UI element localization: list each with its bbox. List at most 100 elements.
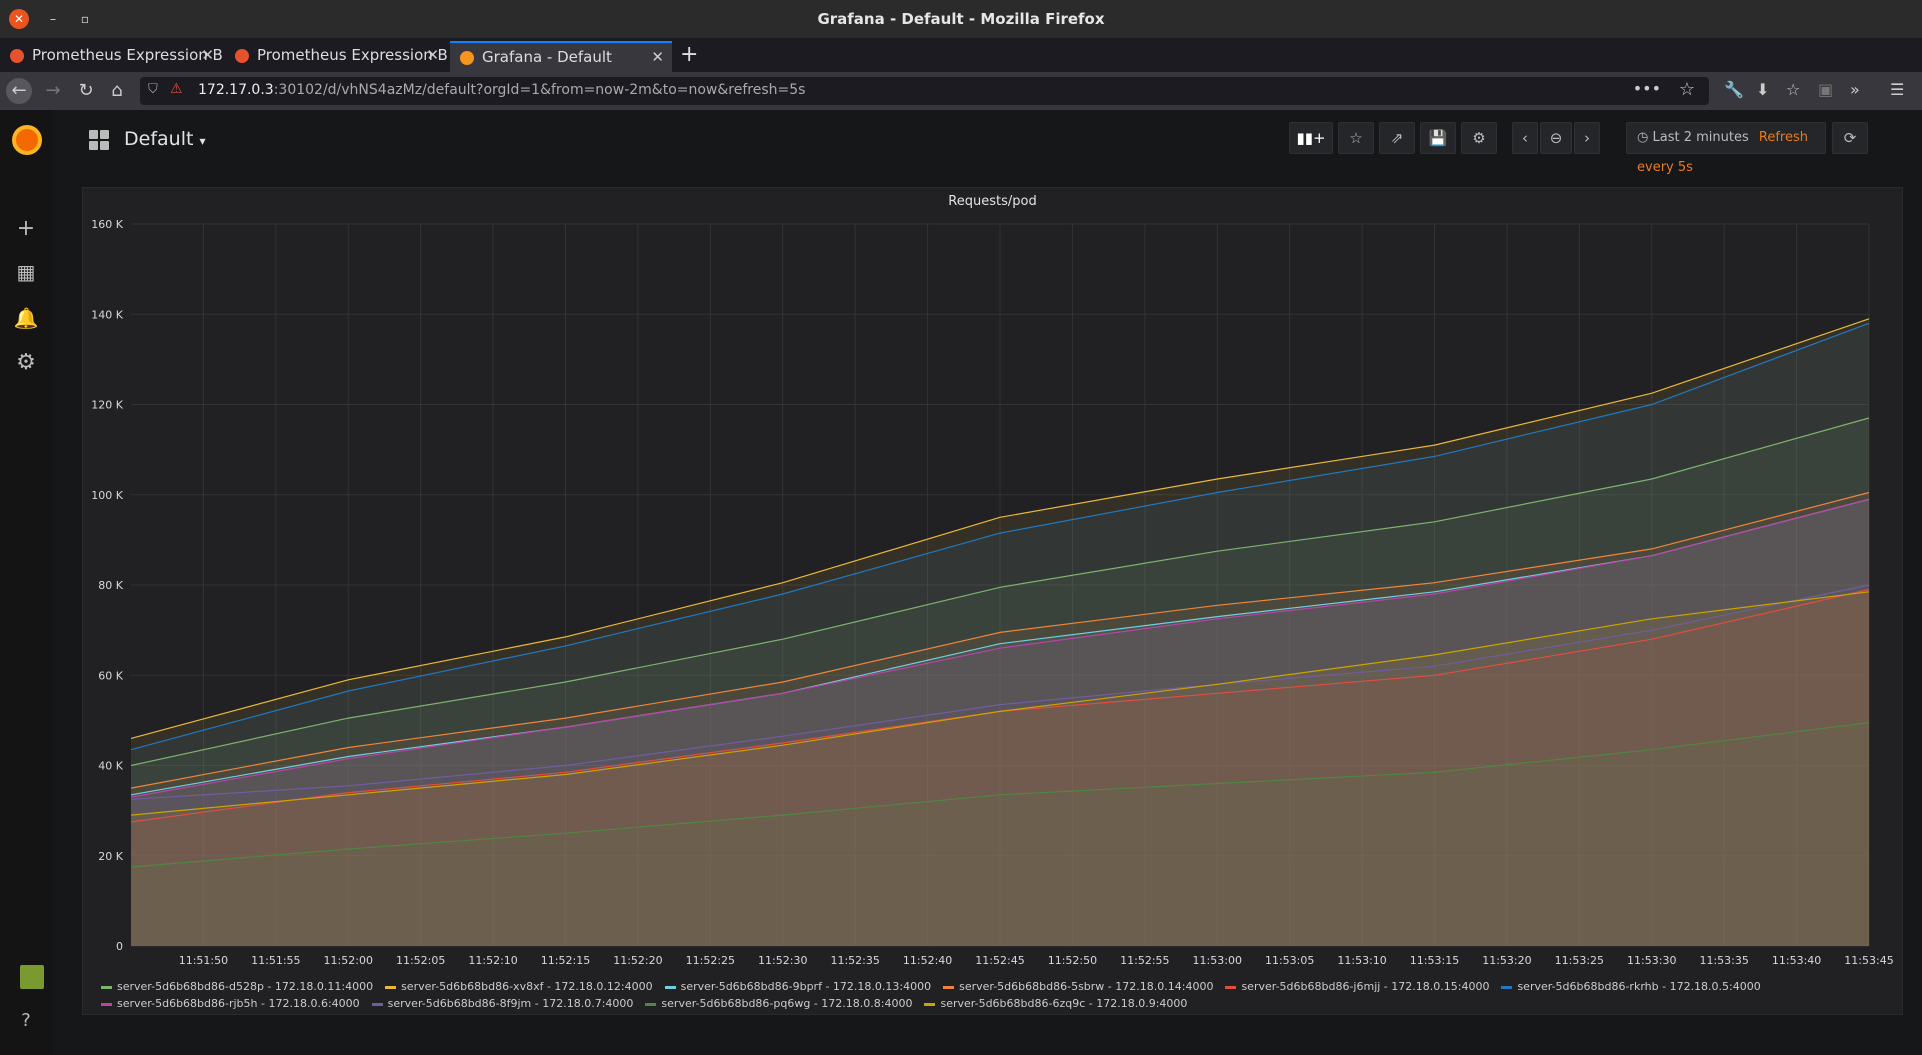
legend-label: server-5d6b68bd86-rkrhb - 172.18.0.5:400… (1517, 980, 1761, 993)
shield-icon[interactable]: ⛉ (148, 82, 158, 97)
close-tab-icon[interactable]: ✕ (201, 41, 214, 70)
x-tick-label: 11:51:55 (251, 954, 300, 967)
y-tick-label: 20 K (98, 850, 123, 863)
x-tick-label: 11:52:30 (758, 954, 807, 967)
user-avatar[interactable] (20, 965, 44, 989)
legend-item[interactable]: server-5d6b68bd86-pq6wg - 172.18.0.8:400… (645, 995, 912, 1012)
time-picker[interactable]: ◷ Last 2 minutes Refresh every 5s (1626, 122, 1826, 175)
tab-label: Prometheus Expression B (32, 46, 222, 64)
x-tick-label: 11:52:45 (975, 954, 1024, 967)
refresh-dashboard-button[interactable]: ⟳ (1832, 122, 1868, 154)
library-icon[interactable]: ☆ (1786, 80, 1800, 99)
legend-item[interactable]: server-5d6b68bd86-rjb5h - 172.18.0.6:400… (101, 995, 360, 1012)
x-tick-label: 11:53:45 (1844, 954, 1893, 967)
legend-label: server-5d6b68bd86-8f9jm - 172.18.0.7:400… (387, 997, 634, 1010)
close-tab-icon[interactable]: ✕ (651, 43, 664, 72)
legend-label: server-5d6b68bd86-rjb5h - 172.18.0.6:400… (117, 997, 360, 1010)
y-tick-label: 120 K (91, 399, 123, 412)
dashboard-title-text: Default (124, 128, 194, 150)
overflow-menu-icon[interactable]: » (1850, 80, 1860, 99)
legend-item[interactable]: server-5d6b68bd86-8f9jm - 172.18.0.7:400… (371, 995, 634, 1012)
tab-grafana-default[interactable]: Grafana - Default ✕ (450, 41, 672, 72)
share-dashboard-button[interactable]: ⇗ (1379, 122, 1415, 154)
legend-item[interactable]: server-5d6b68bd86-6zq9c - 172.18.0.9:400… (924, 995, 1187, 1012)
browser-navbar: ← → ↻ ⌂ ⛉ ⚠ 172.17.0.3:30102/d/vhNS4azMz… (0, 72, 1922, 110)
extension-icon[interactable]: ▣ (1818, 80, 1833, 99)
forward-arrow-icon[interactable]: → (40, 78, 66, 104)
tab-prometheus-2[interactable]: Prometheus Expression B ✕ (225, 41, 447, 72)
x-tick-label: 11:52:50 (1048, 954, 1097, 967)
url-bar[interactable]: ⛉ ⚠ 172.17.0.3:30102/d/vhNS4azMz/default… (140, 77, 1709, 105)
configuration-gear-icon[interactable]: ⚙ (0, 350, 52, 375)
legend-item[interactable]: server-5d6b68bd86-5sbrw - 172.18.0.14:40… (943, 978, 1213, 995)
bookmark-star-icon[interactable]: ☆ (1679, 79, 1695, 100)
legend-swatch (924, 1002, 936, 1006)
add-panel-button[interactable]: ▮▮+ (1289, 122, 1333, 154)
x-tick-label: 11:53:05 (1265, 954, 1314, 967)
x-tick-label: 11:52:35 (830, 954, 879, 967)
y-tick-label: 0 (116, 940, 123, 953)
reload-icon[interactable]: ↻ (73, 78, 99, 104)
wrench-icon[interactable]: 🔧 (1724, 80, 1744, 99)
dashboards-icon[interactable]: ▦ (0, 260, 52, 284)
x-tick-label: 11:51:50 (179, 954, 228, 967)
star-dashboard-button[interactable]: ☆ (1338, 122, 1374, 154)
close-tab-icon[interactable]: ✕ (426, 41, 439, 70)
legend-item[interactable]: server-5d6b68bd86-d528p - 172.18.0.11:40… (101, 978, 373, 995)
home-icon[interactable]: ⌂ (104, 78, 130, 104)
dashboard-grid-icon[interactable] (89, 130, 109, 150)
new-tab-icon[interactable]: + (680, 42, 698, 67)
page-actions-icon[interactable]: ••• (1633, 79, 1661, 98)
y-tick-label: 40 K (98, 760, 123, 773)
x-tick-label: 11:52:05 (396, 954, 445, 967)
x-tick-label: 11:53:35 (1699, 954, 1748, 967)
zoom-out-button[interactable]: ⊖ (1540, 122, 1572, 154)
download-icon[interactable]: ⬇ (1756, 80, 1769, 99)
time-forward-button[interactable]: › (1574, 122, 1600, 154)
legend-item[interactable]: server-5d6b68bd86-rkrhb - 172.18.0.5:400… (1501, 978, 1761, 995)
grafana-logo-icon[interactable] (12, 125, 42, 155)
x-tick-label: 11:53:20 (1482, 954, 1531, 967)
x-tick-label: 11:52:55 (1120, 954, 1169, 967)
legend-label: server-5d6b68bd86-j6mjj - 172.18.0.15:40… (1241, 980, 1490, 993)
time-back-button[interactable]: ‹ (1512, 122, 1538, 154)
chart-legend: server-5d6b68bd86-d528p - 172.18.0.11:40… (101, 978, 1901, 1012)
time-range-label: Last 2 minutes (1652, 130, 1749, 145)
y-tick-label: 80 K (98, 579, 123, 592)
x-tick-label: 11:53:25 (1555, 954, 1604, 967)
x-tick-label: 11:52:10 (468, 954, 517, 967)
legend-swatch (101, 985, 112, 989)
legend-label: server-5d6b68bd86-pq6wg - 172.18.0.8:400… (661, 997, 913, 1010)
alerting-bell-icon[interactable]: 🔔 (0, 306, 52, 330)
caret-down-icon: ▾ (199, 134, 206, 148)
x-tick-label: 11:53:00 (1193, 954, 1242, 967)
y-tick-label: 160 K (91, 218, 123, 231)
tab-prometheus-1[interactable]: Prometheus Expression B ✕ (0, 41, 222, 72)
tab-label: Grafana - Default (482, 48, 612, 66)
settings-gear-button[interactable]: ⚙ (1461, 122, 1497, 154)
x-tick-label: 11:53:40 (1772, 954, 1821, 967)
help-icon[interactable]: ? (0, 1010, 52, 1031)
requests-per-pod-chart[interactable]: 0 20 K 40 K 60 K 80 K 100 K 120 K 140 K 160 K 11:… (83, 188, 1904, 978)
legend-item[interactable]: server-5d6b68bd86-xv8xf - 172.18.0.12:40… (385, 978, 653, 995)
dashboard-title[interactable]: Default ▾ (124, 128, 206, 150)
legend-item[interactable]: server-5d6b68bd86-9bprf - 172.18.0.13:40… (664, 978, 931, 995)
url-text[interactable]: 172.17.0.3:30102/d/vhNS4azMz/default?org… (198, 82, 805, 98)
legend-label: server-5d6b68bd86-5sbrw - 172.18.0.14:40… (959, 980, 1214, 993)
x-tick-label: 11:52:00 (324, 954, 373, 967)
dashboard-navbar: Default ▾ ▮▮+ ☆ ⇗ 💾 ⚙ ‹ ⊖ › ◷ Last 2 min… (52, 110, 1922, 175)
legend-item[interactable]: server-5d6b68bd86-j6mjj - 172.18.0.15:40… (1225, 978, 1489, 995)
legend-label: server-5d6b68bd86-xv8xf - 172.18.0.12:40… (401, 980, 653, 993)
legend-swatch (1225, 985, 1237, 989)
create-plus-icon[interactable]: + (0, 216, 52, 241)
legend-label: server-5d6b68bd86-d528p - 172.18.0.11:40… (117, 980, 374, 993)
hamburger-menu-icon[interactable]: ☰ (1890, 80, 1904, 99)
save-dashboard-button[interactable]: 💾 (1420, 122, 1456, 154)
x-tick-label: 11:53:10 (1337, 954, 1386, 967)
legend-swatch (101, 1002, 112, 1006)
legend-swatch (645, 1002, 657, 1006)
insecure-lock-icon[interactable]: ⚠ (170, 81, 183, 97)
back-arrow-icon[interactable]: ← (6, 78, 32, 104)
grafana-sidemenu: + ▦ 🔔 ⚙ ? (0, 110, 52, 1055)
x-tick-label: 11:52:15 (541, 954, 590, 967)
